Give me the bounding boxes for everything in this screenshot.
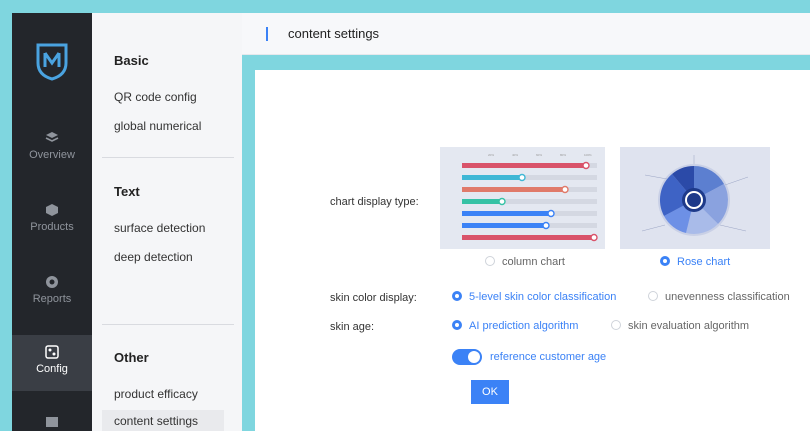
rose-chart-thumbnail[interactable]: [620, 147, 770, 249]
page-header: content settings: [242, 13, 810, 55]
svg-text:40%: 40%: [512, 153, 518, 157]
svg-text:20%: 20%: [488, 153, 494, 157]
radio-column-chart[interactable]: [485, 256, 495, 266]
title-accent-bar: [266, 27, 268, 41]
rail-item-products[interactable]: Products: [12, 203, 92, 267]
submenu-item-content-settings[interactable]: content settings: [102, 410, 224, 431]
submenu-item-deep-detection[interactable]: deep detection: [114, 250, 193, 264]
submenu-item-product-efficacy[interactable]: product efficacy: [114, 387, 198, 401]
svg-text:60%: 60%: [536, 153, 542, 157]
rail-item-config[interactable]: Config: [12, 335, 92, 391]
radio-5-level[interactable]: [452, 291, 462, 301]
radio-rose-chart[interactable]: [660, 256, 670, 266]
option-label: 5-level skin color classification: [469, 291, 617, 303]
ok-button[interactable]: OK: [471, 380, 509, 404]
layers-icon: [45, 132, 59, 142]
submenu-heading-text: Text: [114, 184, 140, 199]
chart-option-column[interactable]: column chart: [485, 256, 565, 268]
skin-color-label: skin color display:: [330, 292, 417, 304]
chart-option-rose[interactable]: Rose chart: [660, 256, 730, 268]
skin-age-option-evaluation[interactable]: skin evaluation algorithm: [611, 320, 749, 332]
nav-rail: Overview Products Reports Config: [12, 13, 92, 431]
option-label: skin evaluation algorithm: [628, 320, 750, 332]
reference-age-toggle[interactable]: [452, 349, 482, 365]
content-panel: chart display type: 20% 40% 60% 80% 100%: [255, 70, 810, 431]
option-label: unevenness classification: [665, 291, 790, 303]
skin-color-option-5-level[interactable]: 5-level skin color classification: [452, 291, 616, 303]
option-label: column chart: [502, 256, 565, 268]
radio-skin-evaluation[interactable]: [611, 320, 621, 330]
submenu: Basic QR code config global numerical Te…: [92, 13, 242, 431]
skin-age-option-ai[interactable]: AI prediction algorithm: [452, 320, 578, 332]
rail-label: Reports: [32, 293, 72, 305]
skin-color-option-unevenness[interactable]: unevenness classification: [648, 291, 790, 303]
config-icon: [45, 345, 59, 359]
svg-text:100%: 100%: [584, 153, 592, 157]
toggle-knob: [468, 351, 480, 363]
chart-display-label: chart display type:: [330, 196, 419, 208]
radio-ai-prediction[interactable]: [452, 320, 462, 330]
submenu-item-global-numerical[interactable]: global numerical: [114, 119, 201, 133]
skin-age-label: skin age:: [330, 321, 375, 333]
more-icon: [46, 417, 58, 427]
reference-age-label: reference customer age: [490, 351, 607, 363]
report-icon: [46, 276, 58, 288]
divider: [102, 157, 234, 158]
rail-label: Overview: [29, 149, 75, 161]
box-icon: [46, 204, 58, 216]
svg-text:80%: 80%: [560, 153, 566, 157]
radio-unevenness[interactable]: [648, 291, 658, 301]
submenu-item-qr-code-config[interactable]: QR code config: [114, 90, 197, 104]
submenu-heading-basic: Basic: [114, 53, 149, 68]
rail-label: Config: [36, 363, 68, 375]
submenu-heading-other: Other: [114, 350, 149, 365]
divider: [102, 324, 234, 325]
page-title: content settings: [288, 26, 380, 41]
option-label: AI prediction algorithm: [469, 320, 579, 332]
column-chart-thumbnail[interactable]: 20% 40% 60% 80% 100%: [440, 147, 605, 249]
rail-item-reports[interactable]: Reports: [12, 275, 92, 339]
rail-item-overview[interactable]: Overview: [12, 131, 92, 195]
option-label: Rose chart: [677, 256, 731, 268]
app-logo: [36, 43, 68, 81]
rail-label: Products: [30, 221, 74, 233]
submenu-item-surface-detection[interactable]: surface detection: [114, 221, 205, 235]
